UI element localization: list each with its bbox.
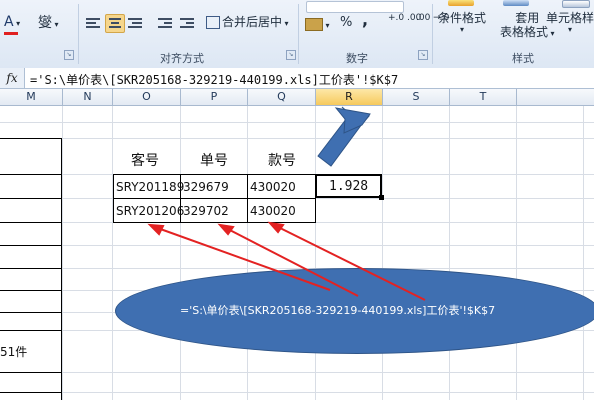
pointer-arrowhead-2: [217, 223, 235, 236]
annotation-overlay: [147, 106, 426, 301]
pointer-arrowhead-1: [147, 223, 165, 236]
pointer-line-3: [271, 223, 426, 301]
pointer-lines: [147, 221, 426, 301]
pointer-arrowhead-3: [267, 221, 285, 234]
pointer-line-2: [221, 225, 359, 297]
